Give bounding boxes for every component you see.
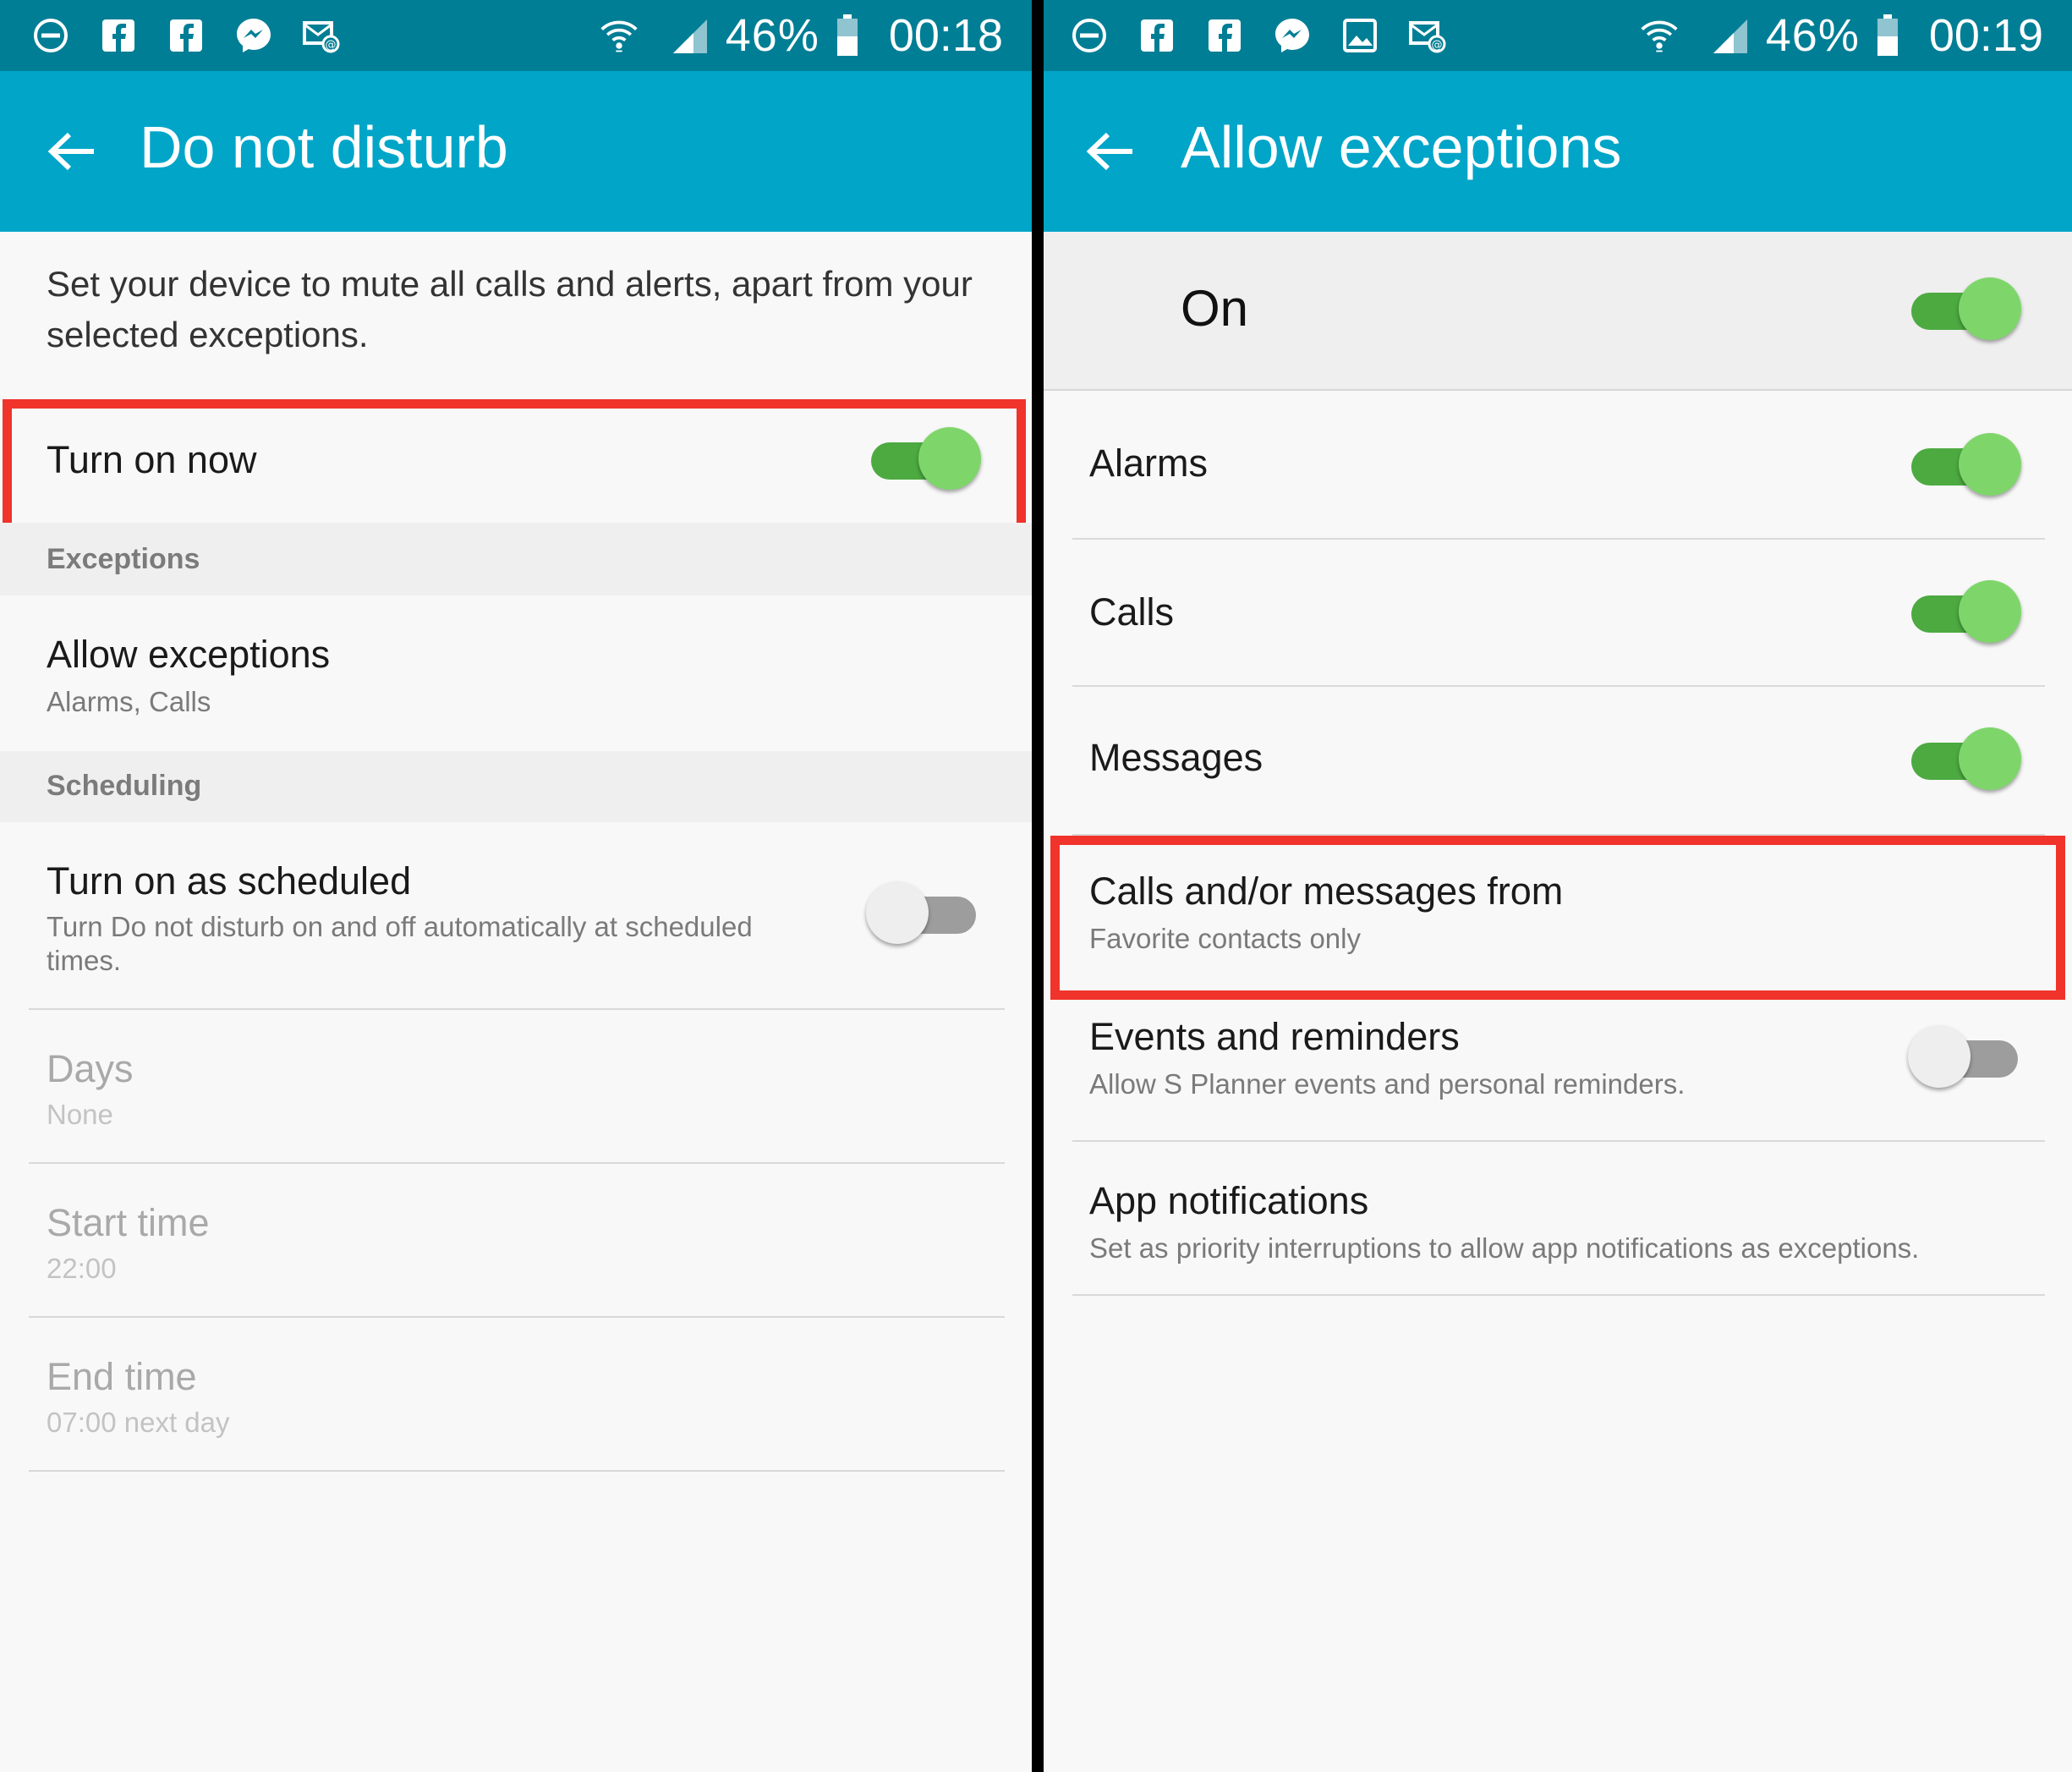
scheduling-header-label: Scheduling (47, 770, 202, 802)
do-not-disturb-icon (1069, 15, 1110, 56)
messenger-icon (1272, 15, 1313, 56)
battery-icon (1875, 14, 1900, 56)
alarms-row[interactable]: Alarms (1044, 391, 2072, 540)
back-arrow-icon[interactable] (42, 122, 101, 181)
status-bar: @ 46% 00:18 (0, 0, 1032, 71)
signal-icon (670, 15, 710, 56)
facebook-icon (98, 15, 139, 56)
end-time-value: 07:00 next day (47, 1407, 230, 1438)
turn-on-as-scheduled-subtitle: Turn Do not disturb on and off automatic… (47, 911, 753, 976)
master-switch-toggle[interactable] (1911, 274, 2021, 345)
events-reminders-title: Events and reminders (1089, 1015, 1460, 1058)
turn-on-as-scheduled-row[interactable]: Turn on as scheduled Turn Do not disturb… (0, 822, 1032, 1010)
do-not-disturb-screen: @ 46% 00:18 Do not disturb Set your devi… (0, 0, 1032, 1772)
app-bar: Allow exceptions (1044, 71, 2072, 232)
calls-toggle[interactable] (1911, 577, 2021, 648)
page-title: Allow exceptions (1181, 114, 1622, 180)
facebook-icon (166, 15, 206, 56)
turn-on-as-scheduled-title: Turn on as scheduled (47, 859, 412, 902)
messages-label: Messages (1089, 736, 1263, 779)
alarms-toggle[interactable] (1911, 430, 2021, 501)
start-time-title: Start time (47, 1201, 210, 1244)
end-time-title: End time (47, 1355, 197, 1398)
messages-toggle[interactable] (1911, 724, 2021, 795)
alarms-label: Alarms (1089, 442, 1209, 485)
messenger-icon (233, 15, 274, 56)
messages-row[interactable]: Messages (1044, 687, 2072, 836)
do-not-disturb-icon (30, 15, 71, 56)
email-icon: @ (301, 15, 342, 56)
svg-text:@: @ (1432, 39, 1443, 52)
start-time-row[interactable]: Start time 22:00 (0, 1164, 1032, 1318)
allow-exceptions-screen: @ 46% 00:19 Allow exceptions On Alarms C… (1044, 0, 2072, 1772)
description: Set your device to mute all calls and al… (0, 232, 1032, 394)
facebook-icon (1137, 15, 1177, 56)
calls-row[interactable]: Calls (1044, 540, 2072, 687)
exceptions-header-label: Exceptions (47, 543, 200, 575)
end-time-row[interactable]: End time 07:00 next day (0, 1318, 1032, 1472)
app-notifications-row[interactable]: App notifications Set as priority interr… (1044, 1142, 2072, 1296)
battery-icon (835, 14, 860, 56)
turn-on-now-label: Turn on now (47, 438, 257, 481)
scheduling-header: Scheduling (0, 751, 1032, 822)
events-reminders-toggle[interactable] (1908, 1022, 2018, 1093)
app-notifications-subtitle: Set as priority interruptions to allow a… (1089, 1232, 1920, 1264)
turn-on-now-toggle[interactable] (871, 424, 981, 495)
master-switch-row[interactable]: On (1044, 232, 2072, 391)
calls-messages-from-title: Calls and/or messages from (1089, 870, 1564, 913)
calls-messages-from-subtitle: Favorite contacts only (1089, 923, 1361, 954)
events-reminders-subtitle: Allow S Planner events and personal remi… (1089, 1068, 1686, 1100)
wifi-icon (599, 15, 639, 56)
gallery-icon (1340, 15, 1380, 56)
days-title: Days (47, 1047, 134, 1090)
days-row[interactable]: Days None (0, 1010, 1032, 1164)
turn-on-now-row[interactable]: Turn on now (0, 394, 1032, 523)
clock: 00:19 (1928, 10, 2043, 61)
wifi-icon (1639, 15, 1680, 56)
calls-label: Calls (1089, 590, 1175, 634)
status-bar: @ 46% 00:19 (1044, 0, 2072, 71)
app-notifications-title: App notifications (1089, 1179, 1369, 1222)
master-switch-label: On (1181, 280, 1249, 337)
back-arrow-icon[interactable] (1081, 122, 1140, 181)
events-reminders-row[interactable]: Events and reminders Allow S Planner eve… (1044, 990, 2072, 1142)
exceptions-header: Exceptions (0, 523, 1032, 595)
allow-exceptions-row[interactable]: Allow exceptions Alarms, Calls (0, 595, 1032, 751)
allow-exceptions-title: Allow exceptions (47, 633, 331, 676)
svg-text:@: @ (326, 39, 337, 52)
calls-messages-from-row[interactable]: Calls and/or messages from Favorite cont… (1044, 836, 2072, 990)
days-value: None (47, 1099, 113, 1130)
turn-on-as-scheduled-toggle[interactable] (866, 878, 976, 949)
start-time-value: 22:00 (47, 1253, 117, 1284)
signal-icon (1710, 15, 1751, 56)
allow-exceptions-subtitle: Alarms, Calls (47, 686, 211, 717)
facebook-icon (1204, 15, 1245, 56)
description-text: Set your device to mute all calls and al… (47, 264, 973, 354)
battery-percent: 46% (725, 10, 819, 61)
page-title: Do not disturb (140, 114, 508, 180)
email-icon: @ (1407, 15, 1448, 56)
clock: 00:18 (888, 10, 1003, 61)
battery-percent: 46% (1765, 10, 1860, 61)
app-bar: Do not disturb (0, 71, 1032, 232)
